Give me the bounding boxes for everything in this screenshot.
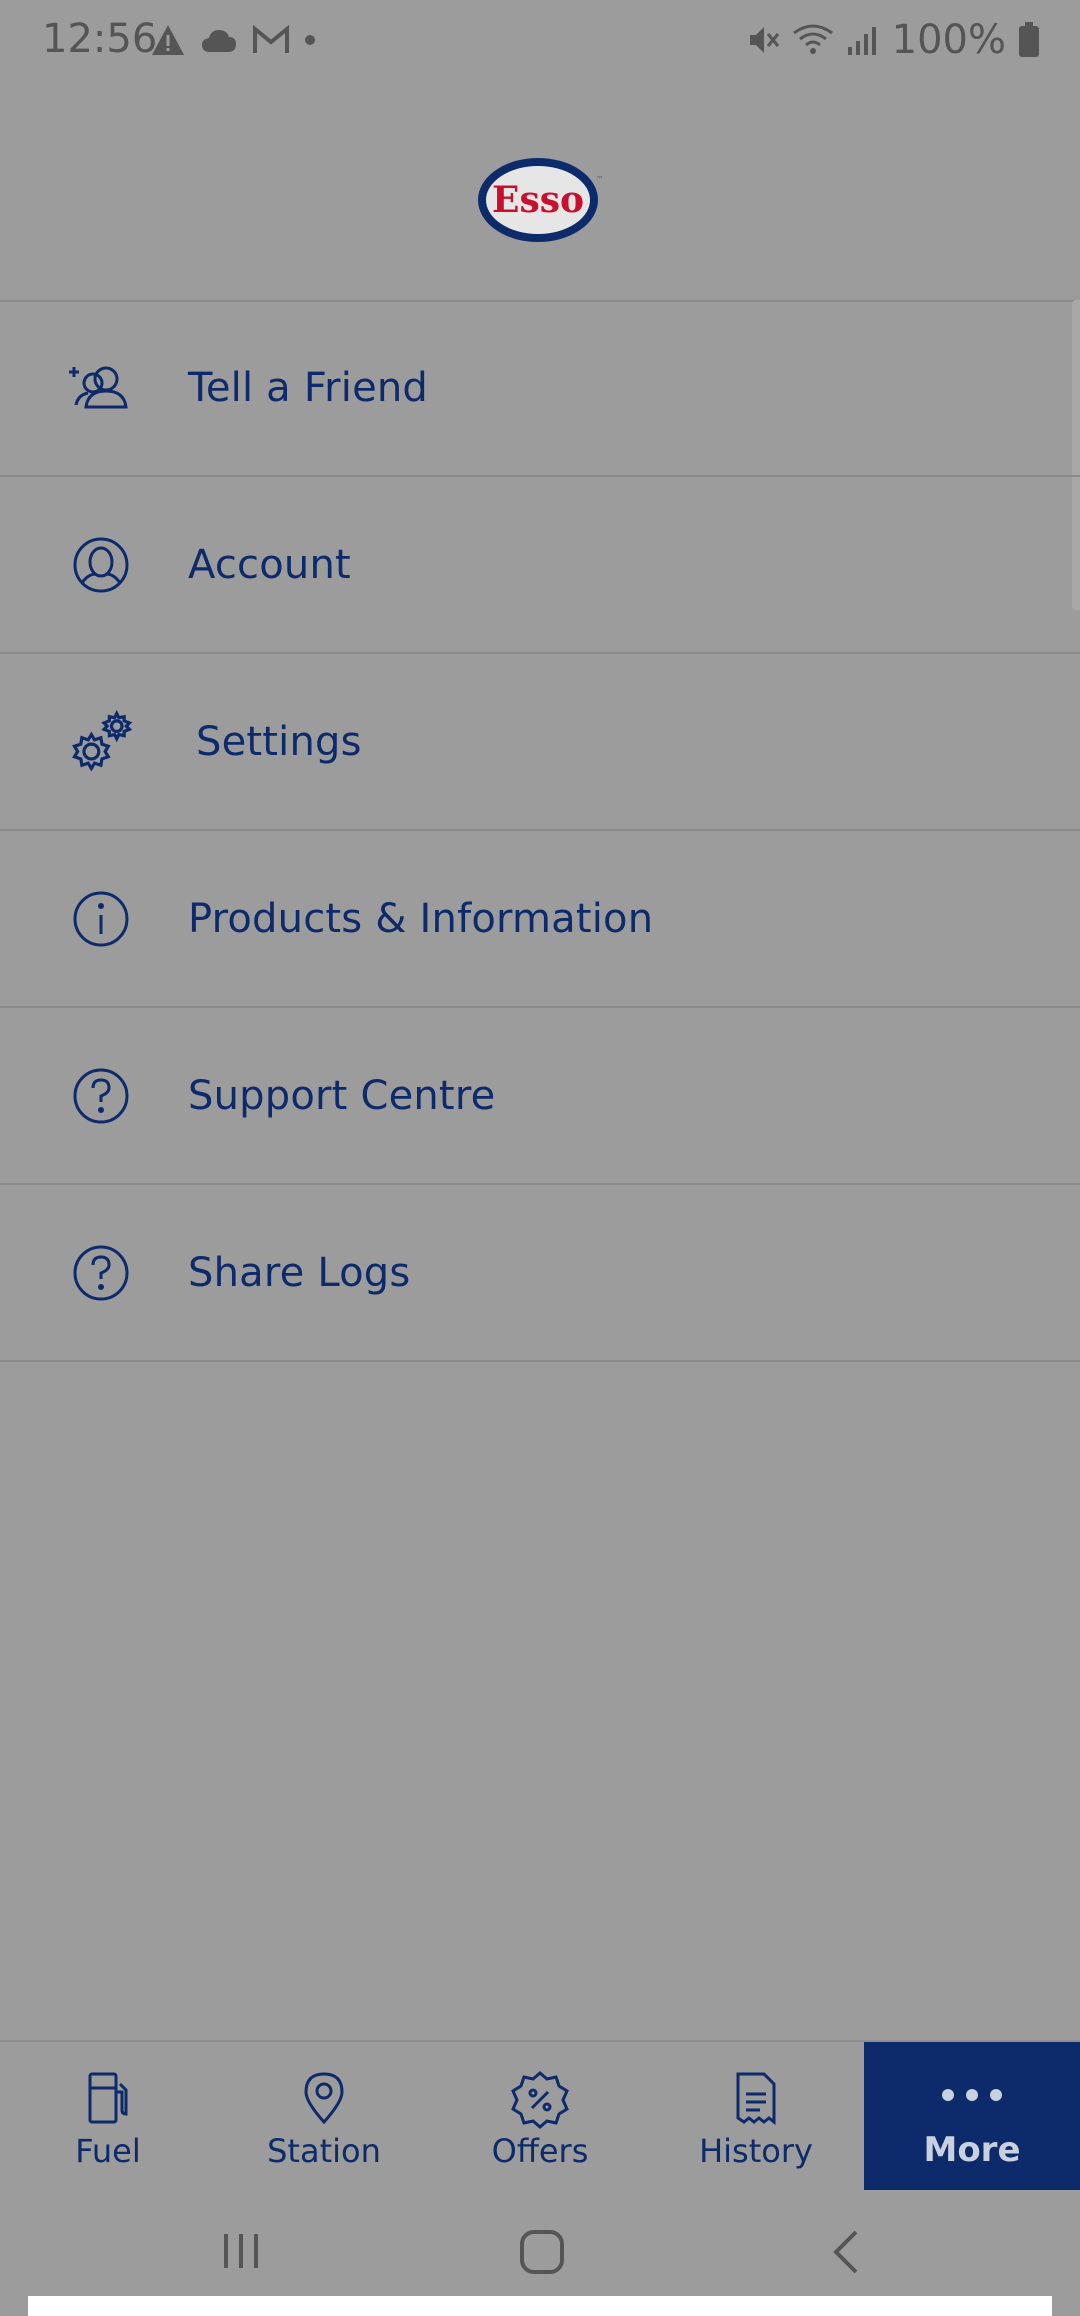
menu-label-products-information: Products & Information [188, 895, 654, 942]
receipt-icon [736, 2072, 776, 2126]
more-dots-icon [942, 2089, 1002, 2101]
nav-label-offers: Offers [491, 2132, 589, 2170]
system-icons: 100% [746, 16, 1040, 64]
home-icon[interactable] [518, 2228, 566, 2276]
nav-tab-more[interactable]: More [864, 2042, 1080, 2192]
warning-icon [152, 25, 184, 55]
nav-tab-history[interactable]: History [648, 2042, 864, 2192]
gears-icon [72, 709, 133, 772]
nav-tab-station[interactable]: Station [216, 2042, 432, 2192]
gmail-icon [253, 25, 289, 53]
signal-icon [847, 27, 876, 55]
more-menu: Tell a Friend Account Settings Products … [0, 300, 1080, 1362]
mute-icon [749, 27, 779, 53]
question-icon [73, 1068, 129, 1123]
menu-item-tell-a-friend[interactable]: Tell a Friend [0, 300, 1080, 477]
account-icon [73, 537, 129, 592]
menu-item-support-centre[interactable]: Support Centre [0, 1008, 1080, 1185]
map-pin-icon [304, 2072, 344, 2125]
menu-label-tell-a-friend: Tell a Friend [188, 364, 429, 411]
nav-label-fuel: Fuel [75, 2132, 141, 2170]
menu-item-settings[interactable]: Settings [0, 654, 1080, 831]
status-time: 12:56 [42, 16, 158, 62]
wifi-icon [792, 24, 833, 54]
recent-apps-icon[interactable] [218, 2228, 264, 2274]
nav-label-station: Station [267, 2132, 381, 2170]
menu-item-account[interactable]: Account [0, 477, 1080, 654]
menu-item-share-logs[interactable]: Share Logs [0, 1185, 1080, 1362]
svg-text:™: ™ [596, 175, 602, 184]
cloud-icon [202, 30, 236, 52]
menu-label-support-centre: Support Centre [188, 1072, 496, 1119]
question-icon [73, 1245, 129, 1300]
menu-label-settings: Settings [196, 718, 362, 765]
system-navigation-bar [0, 2190, 1080, 2316]
notification-icons [150, 20, 316, 60]
menu-item-products-information[interactable]: Products & Information [0, 831, 1080, 1008]
nav-tab-offers[interactable]: Offers [432, 2042, 648, 2192]
info-icon [73, 891, 129, 946]
nav-label-more: More [923, 2130, 1021, 2170]
menu-label-account: Account [188, 541, 351, 588]
bottom-navigation: Fuel Station Offers History More [0, 2040, 1080, 2192]
back-icon[interactable] [826, 2228, 866, 2276]
fuel-pump-icon [88, 2072, 128, 2124]
keyboard-edge [28, 2296, 1052, 2316]
esso-logo: Esso ™ [478, 158, 602, 242]
nav-label-history: History [699, 2132, 813, 2170]
logo-text: Esso [492, 179, 584, 221]
status-bar: 12:56 100% [0, 0, 1080, 80]
menu-label-share-logs: Share Logs [188, 1249, 411, 1296]
percent-badge-icon [511, 2071, 569, 2129]
dot-icon [305, 35, 315, 45]
nav-tab-fuel[interactable]: Fuel [0, 2042, 216, 2192]
battery-percent: 100% [891, 17, 1006, 63]
add-friend-icon [69, 366, 128, 408]
battery-icon [1019, 22, 1039, 57]
